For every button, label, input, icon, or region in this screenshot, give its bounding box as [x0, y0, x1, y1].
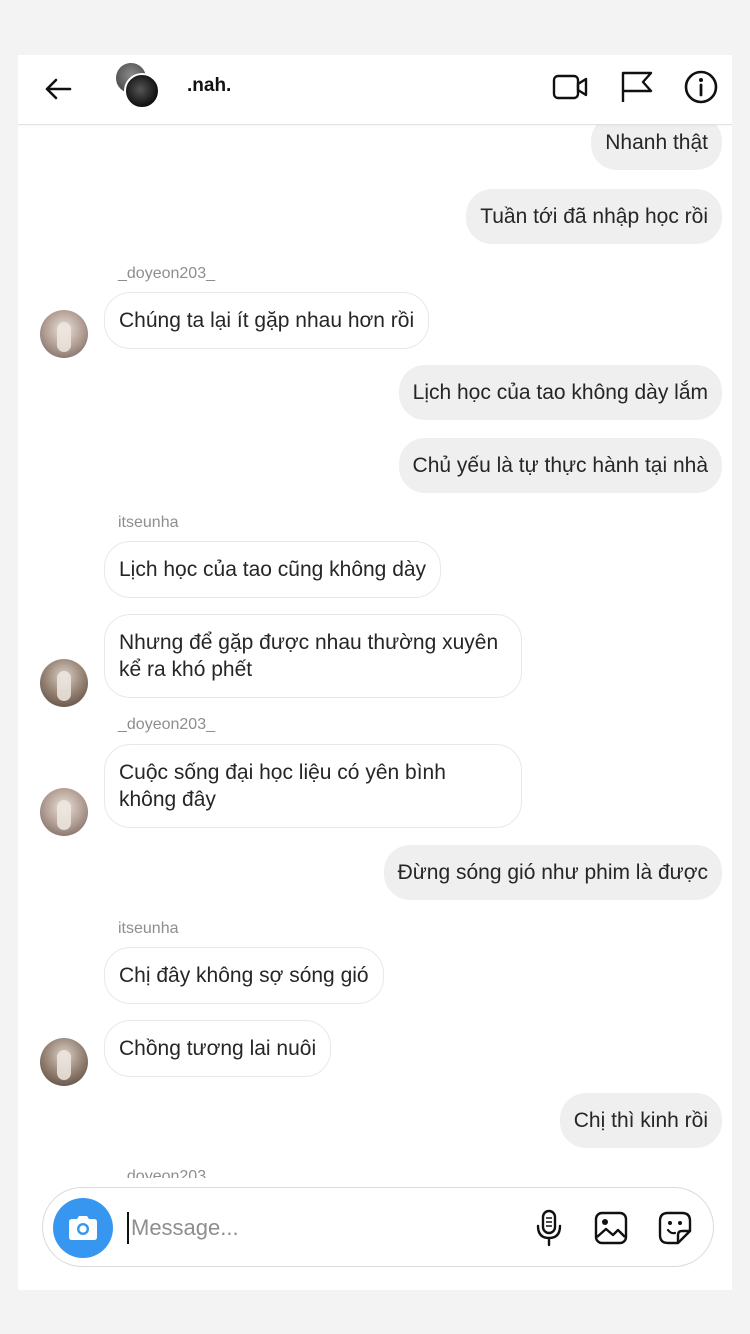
message-bubble-sent[interactable]: Tuần tới đã nhập học rồi: [466, 189, 722, 244]
sender-avatar[interactable]: [40, 310, 88, 358]
microphone-icon[interactable]: [529, 1208, 569, 1248]
message-thread[interactable]: Nhanh thật Tuần tới đã nhập học rồi _doy…: [18, 115, 732, 1180]
back-arrow-icon[interactable]: [38, 69, 78, 109]
chat-title[interactable]: .nah.: [187, 75, 231, 97]
message-bubble-received[interactable]: Chồng tương lai nuôi: [104, 1020, 332, 1077]
message-input[interactable]: [131, 1210, 511, 1246]
gallery-icon[interactable]: [591, 1208, 631, 1248]
sender-name: _doyeon203_: [118, 1168, 215, 1178]
camera-icon[interactable]: [53, 1198, 113, 1258]
message-bubble-received[interactable]: Cuộc sống đại học liệu có yên bình không…: [104, 744, 522, 828]
text-caret: [127, 1212, 129, 1244]
message-bubble-sent[interactable]: Đừng sóng gió như phim là được: [383, 845, 722, 900]
group-avatar[interactable]: [114, 61, 162, 109]
sender-name: _doyeon203_: [118, 265, 215, 282]
message-bubble-received[interactable]: Nhưng để gặp được nhau thường xuyên kể r…: [104, 614, 522, 698]
sender-name: itseunha: [118, 514, 179, 531]
message-bubble-sent[interactable]: Lịch học của tao không dày lắm: [398, 365, 722, 420]
message-bubble-received[interactable]: Chị đây không sợ sóng gió: [104, 947, 384, 1004]
message-bubble-received[interactable]: Chúng ta lại ít gặp nhau hơn rồi: [104, 292, 430, 349]
chat-header: .nah.: [18, 55, 732, 125]
member-avatar: [124, 73, 160, 109]
message-bubble-sent[interactable]: Chủ yếu là tự thực hành tại nhà: [398, 438, 722, 493]
info-icon[interactable]: [681, 67, 721, 107]
sender-name: itseunha: [118, 920, 179, 937]
sender-avatar[interactable]: [40, 788, 88, 836]
flag-icon[interactable]: [617, 67, 657, 107]
message-composer: [42, 1187, 714, 1267]
video-call-icon[interactable]: [551, 67, 591, 107]
message-bubble-received[interactable]: Lịch học của tao cũng không dày: [104, 541, 442, 598]
message-bubble-sent[interactable]: Chị thì kinh rồi: [559, 1093, 722, 1148]
sender-avatar[interactable]: [40, 1038, 88, 1086]
sticker-icon[interactable]: [655, 1208, 695, 1248]
chat-screen: .nah. Nhanh thật Tuần tới đã nhập học rồ…: [18, 55, 732, 1290]
sender-avatar[interactable]: [40, 659, 88, 707]
sender-name: _doyeon203_: [118, 716, 215, 733]
